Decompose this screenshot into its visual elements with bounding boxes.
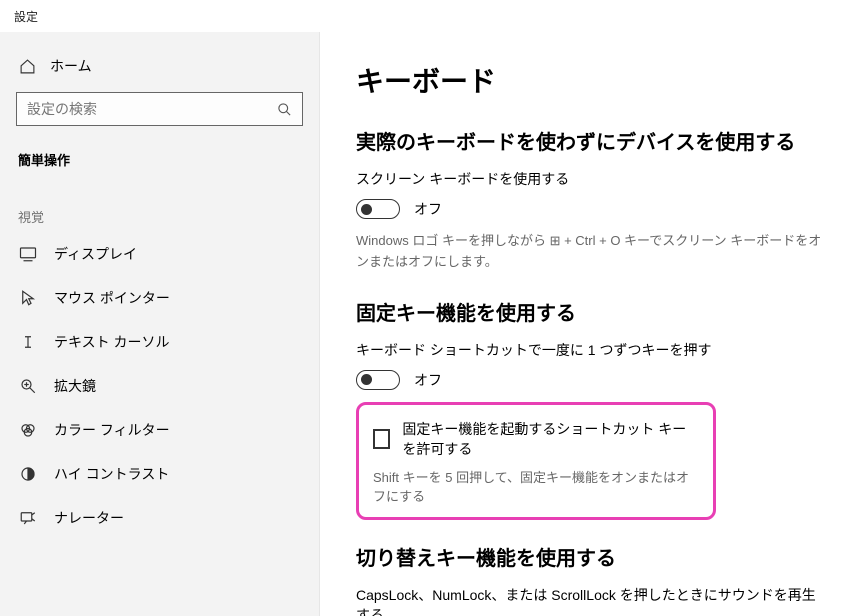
sidebar-item-label: ハイ コントラスト [54,464,169,484]
window-title: 設定 [0,0,858,32]
text-cursor-icon [18,332,38,352]
highlight-annotation: 固定キー機能を起動するショートカット キーを許可する Shift キーを 5 回… [356,402,716,520]
home-icon [18,57,36,75]
section-title-onscreen-keyboard: 実際のキーボードを使わずにデバイスを使用する [356,126,822,155]
sidebar-item-label: ナレーター [54,508,124,528]
sidebar-item-color-filter[interactable]: カラー フィルター [0,408,319,452]
content-area: キーボード 実際のキーボードを使わずにデバイスを使用する スクリーン キーボード… [320,32,858,616]
sidebar-item-text-cursor[interactable]: テキスト カーソル [0,320,319,364]
magnifier-icon [18,376,38,396]
narrator-icon [18,508,38,528]
checkbox-label: 固定キー機能を起動するショートカット キーを許可する [402,419,699,459]
toggle-sticky-keys[interactable] [356,370,400,390]
display-icon [18,244,38,264]
sidebar-item-narrator[interactable]: ナレーター [0,496,319,540]
hint-osk-shortcut: Windows ロゴ キーを押しながら ⊞ + Ctrl + O キーでスクリー… [356,231,822,273]
toggle-label-osk: スクリーン キーボードを使用する [356,169,822,189]
sidebar-item-magnifier[interactable]: 拡大鏡 [0,364,319,408]
toggle-onscreen-keyboard[interactable] [356,199,400,219]
search-input[interactable] [27,101,277,117]
home-label: ホーム [50,56,92,76]
home-nav[interactable]: ホーム [0,46,319,86]
section-title-toggle-keys: 切り替えキー機能を使用する [356,542,822,571]
toggle-label-togglekeys: CapsLock、NumLock、または ScrollLock を押したときにサ… [356,585,822,616]
page-title: キーボード [356,60,822,100]
checkbox-hint: Shift キーを 5 回押して、固定キー機能をオンまたはオフにする [373,467,699,505]
toggle-label-sticky: キーボード ショートカットで一度に 1 つずつキーを押す [356,340,822,360]
checkbox-sticky-shortcut[interactable] [373,429,390,449]
cursor-icon [18,288,38,308]
color-filter-icon [18,420,38,440]
toggle-state-text: オフ [414,199,442,219]
sidebar-item-label: テキスト カーソル [54,332,169,352]
sidebar-item-label: ディスプレイ [54,244,137,264]
sidebar-item-high-contrast[interactable]: ハイ コントラスト [0,452,319,496]
sidebar-item-display[interactable]: ディスプレイ [0,232,319,276]
sidebar-item-label: カラー フィルター [54,420,170,440]
search-icon [277,102,292,117]
sidebar-item-label: マウス ポインター [54,288,170,308]
sidebar-category-label: 視覚 [0,179,319,232]
sidebar: ホーム 簡単操作 視覚 ディスプレイ [0,32,320,616]
sidebar-item-label: 拡大鏡 [54,376,96,396]
search-box[interactable] [16,92,303,126]
section-title-sticky-keys: 固定キー機能を使用する [356,297,822,326]
sidebar-item-mouse-pointer[interactable]: マウス ポインター [0,276,319,320]
sidebar-group-title: 簡単操作 [0,136,319,179]
contrast-icon [18,464,38,484]
toggle-state-text: オフ [414,370,442,390]
